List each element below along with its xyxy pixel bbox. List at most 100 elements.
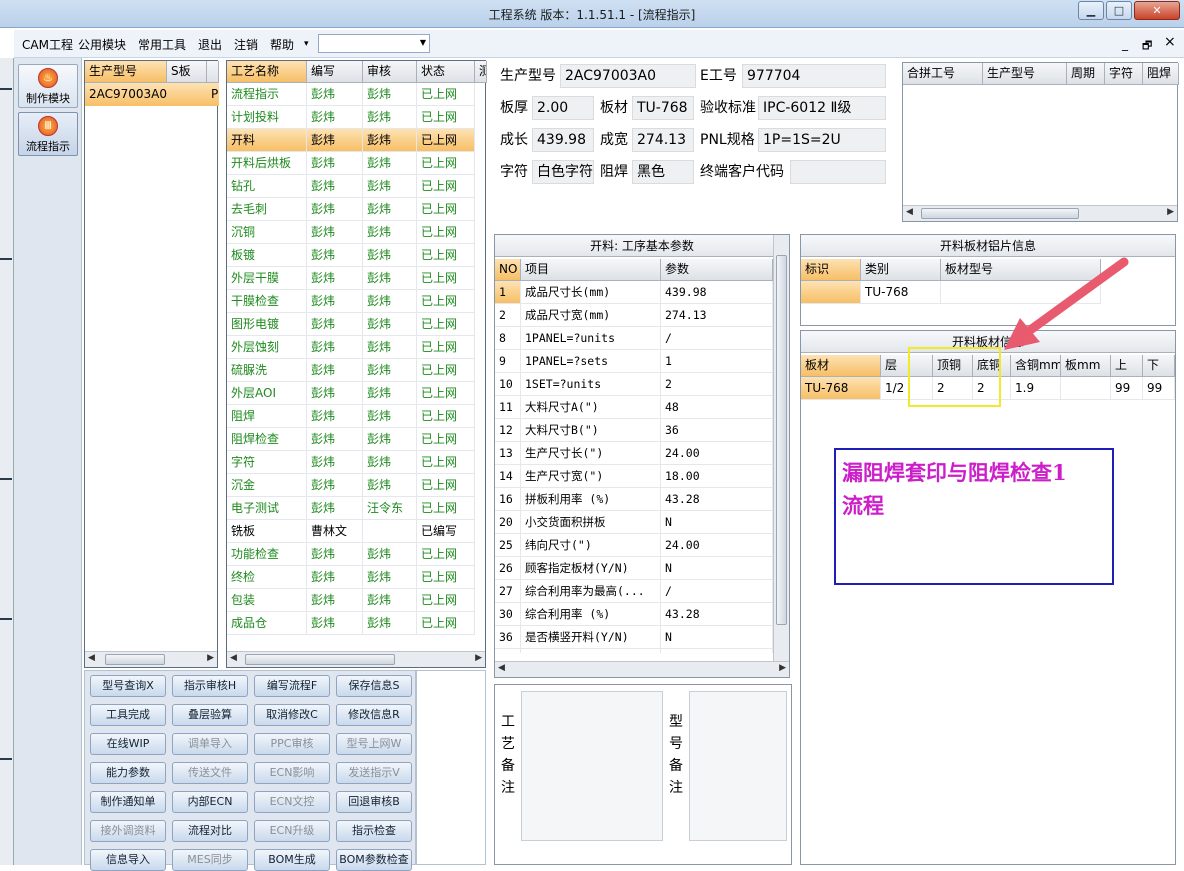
params-vscroll[interactable] (773, 235, 789, 661)
process-row[interactable]: 字符 (227, 451, 307, 474)
action-button[interactable]: 型号查询X (90, 675, 166, 697)
close-button[interactable]: ✕ (1134, 1, 1180, 20)
col-writer[interactable]: 编写 (307, 61, 363, 83)
menu-tools[interactable]: 常用工具 (138, 36, 186, 53)
col-status[interactable]: 状态 (417, 61, 475, 83)
model-note-textarea[interactable] (689, 691, 787, 841)
col-process[interactable]: 工艺名称 (227, 61, 307, 83)
action-button[interactable]: 信息导入 (90, 849, 166, 871)
col-model[interactable]: 生产型号 (85, 61, 167, 83)
action-button[interactable]: 叠层验算 (172, 704, 248, 726)
action-button[interactable]: 调单导入 (172, 733, 248, 755)
action-button[interactable]: 型号上网W (336, 733, 412, 755)
param-row[interactable]: 10 (495, 373, 521, 396)
mdi-minimize-button[interactable]: _ (1122, 37, 1128, 51)
mdi-close-button[interactable]: × (1164, 34, 1176, 50)
action-button[interactable]: 内部ECN (172, 791, 248, 813)
menu-logout[interactable]: 注销 (234, 36, 258, 53)
maximize-button[interactable]: □ (1106, 1, 1132, 20)
col-merge-mask[interactable]: 阻焊 (1143, 63, 1179, 85)
params-hscroll[interactable]: ◀ ▶ (495, 661, 789, 677)
menu-help[interactable]: 帮助 (270, 36, 294, 53)
cut-row-material[interactable]: TU-768 (801, 377, 881, 400)
process-row[interactable]: 干膜检查 (227, 290, 307, 313)
process-row[interactable]: 计划投料 (227, 106, 307, 129)
param-row[interactable]: 30 (495, 603, 521, 626)
action-button[interactable]: 发送指示V (336, 762, 412, 784)
col-no[interactable]: NO (495, 259, 521, 281)
col-merge-model[interactable]: 生产型号 (983, 63, 1067, 85)
col-extra[interactable] (207, 61, 219, 83)
action-button[interactable]: 指示审核H (172, 675, 248, 697)
col-mark[interactable]: 标识 (801, 259, 861, 281)
minimize-button[interactable]: ▁ (1078, 1, 1104, 20)
param-row[interactable]: 38 (495, 649, 521, 653)
process-row[interactable]: 钻孔 (227, 175, 307, 198)
param-row[interactable]: 11 (495, 396, 521, 419)
process-row[interactable]: 包装 (227, 589, 307, 612)
process-row[interactable]: 去毛刺 (227, 198, 307, 221)
param-row[interactable]: 2 (495, 304, 521, 327)
col-down[interactable]: 下 (1143, 355, 1175, 377)
nav-make-module[interactable]: ♨ 制作模块 (18, 64, 78, 108)
action-button[interactable]: 回退审核B (336, 791, 412, 813)
model-row[interactable]: 2AC97003A0 (85, 83, 207, 106)
param-row[interactable]: 1 (495, 281, 521, 304)
param-row[interactable]: 13 (495, 442, 521, 465)
col-merge-char[interactable]: 字符 (1105, 63, 1143, 85)
action-button[interactable]: 在线WIP (90, 733, 166, 755)
col-cut-layer[interactable]: 层 (881, 355, 909, 377)
process-row[interactable]: 图形电镀 (227, 313, 307, 336)
process-row[interactable]: 沉金 (227, 474, 307, 497)
param-row[interactable]: 20 (495, 511, 521, 534)
action-button[interactable]: 编写流程F (254, 675, 330, 697)
action-button[interactable]: ECN文控 (254, 791, 330, 813)
process-row[interactable]: 终检 (227, 566, 307, 589)
process-row[interactable]: 沉铜 (227, 221, 307, 244)
action-button[interactable]: 指示检查 (336, 820, 412, 842)
action-button[interactable]: ECN升级 (254, 820, 330, 842)
col-test[interactable]: 测 (475, 61, 487, 83)
process-row[interactable]: 阻焊 (227, 405, 307, 428)
param-row[interactable]: 36 (495, 626, 521, 649)
col-item[interactable]: 项目 (521, 259, 661, 281)
menu-exit[interactable]: 退出 (198, 36, 222, 53)
menu-overflow-icon[interactable]: ▾ (304, 39, 309, 49)
col-merge-no[interactable]: 合拼工号 (903, 63, 983, 85)
nav-process-guide[interactable]: Ⅲ 流程指示 (18, 112, 78, 156)
process-list-hscroll[interactable]: ◀ ▶ (227, 651, 485, 667)
action-button[interactable]: 修改信息R (336, 704, 412, 726)
col-category[interactable]: 类别 (861, 259, 941, 281)
action-button[interactable]: BOM生成 (254, 849, 330, 871)
menu-cam[interactable]: CAM工程 (22, 36, 73, 53)
action-button[interactable]: PPC审核 (254, 733, 330, 755)
process-row[interactable]: 成品仓 (227, 612, 307, 635)
col-reviewer[interactable]: 审核 (363, 61, 417, 83)
action-button[interactable]: 保存信息S (336, 675, 412, 697)
param-row[interactable]: 25 (495, 534, 521, 557)
sheet-row-mark[interactable] (801, 281, 861, 304)
action-button[interactable]: 能力参数 (90, 762, 166, 784)
menu-public-module[interactable]: 公用模块 (78, 36, 126, 53)
process-row[interactable]: 开料 (227, 129, 307, 152)
action-button[interactable]: 传送文件 (172, 762, 248, 784)
col-s-board[interactable]: S板 (167, 61, 207, 83)
process-row[interactable]: 板镀 (227, 244, 307, 267)
param-row[interactable]: 26 (495, 557, 521, 580)
process-row[interactable]: 功能检查 (227, 543, 307, 566)
param-row[interactable]: 9 (495, 350, 521, 373)
process-row[interactable]: 外层AOI (227, 382, 307, 405)
toolbar-combo[interactable]: ▼ (318, 34, 430, 53)
mdi-restore-button[interactable]: 🗗 (1142, 37, 1152, 56)
col-merge-cycle[interactable]: 周期 (1067, 63, 1105, 85)
col-cut-material[interactable]: 板材 (801, 355, 881, 377)
process-row[interactable]: 外层干膜 (227, 267, 307, 290)
param-row[interactable]: 14 (495, 465, 521, 488)
process-row[interactable]: 阻焊检查 (227, 428, 307, 451)
action-button[interactable]: 取消修改C (254, 704, 330, 726)
action-button[interactable]: 工具完成 (90, 704, 166, 726)
param-row[interactable]: 8 (495, 327, 521, 350)
process-row[interactable]: 外层蚀刻 (227, 336, 307, 359)
process-row[interactable]: 硫脲洗 (227, 359, 307, 382)
col-param[interactable]: 参数 (661, 259, 773, 281)
